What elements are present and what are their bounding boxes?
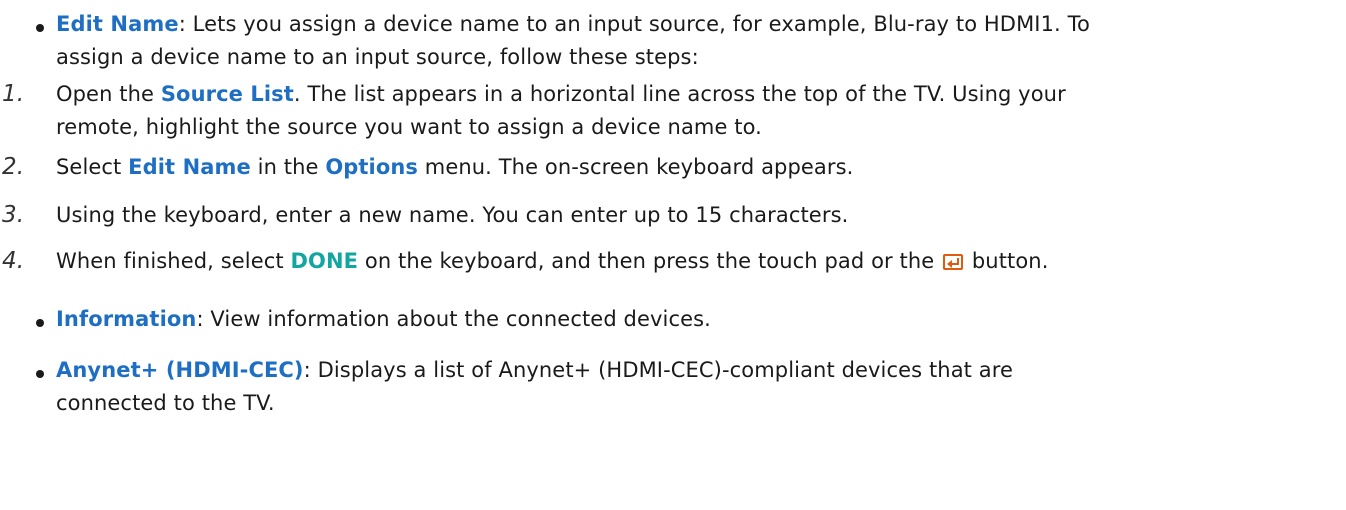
list-item-text: Edit Name: Lets you assign a device name… [56, 8, 1326, 74]
bullet-dot-icon [36, 319, 44, 327]
bullet-dot-icon [36, 24, 44, 32]
term-edit-name: Edit Name [56, 12, 179, 36]
bullet-marker [0, 303, 56, 336]
bullet-dot-icon [36, 370, 44, 378]
step-number: 3. [2, 202, 25, 228]
step-text-line2: remote, highlight the source you want to… [56, 115, 762, 139]
step-number: 4. [2, 248, 25, 274]
term-done: DONE [290, 249, 359, 273]
step-number: 2. [2, 154, 25, 180]
term-source-list: Source List [160, 82, 294, 106]
term-information: Information [56, 307, 197, 331]
step-text: Select Edit Name in the Options menu. Th… [56, 155, 854, 179]
list-item-text: Anynet+ (HDMI-CEC): Displays a list of A… [56, 358, 1014, 415]
step-number: 1. [2, 81, 25, 107]
bullet-marker [0, 354, 56, 387]
list-item-text: Information: View information about the … [56, 307, 711, 331]
step-text: Open the Source List. The list appears i… [56, 82, 1066, 139]
bullet-marker [0, 8, 56, 41]
item-text: : Lets you assign a device name to an in… [178, 12, 1090, 36]
item-text-line2: assign a device name to an input source,… [56, 45, 699, 69]
enter-icon [943, 254, 964, 270]
manual-page: Edit Name: Lets you assign a device name… [0, 0, 1346, 510]
term-edit-name: Edit Name [128, 155, 251, 179]
term-options: Options [325, 155, 419, 179]
term-anynet: Anynet+ (HDMI-CEC) [56, 358, 304, 382]
item-text-line2: connected to the TV. [56, 391, 275, 415]
step-text: Using the keyboard, enter a new name. Yo… [56, 203, 849, 227]
step-text: When finished, select DONE on the keyboa… [56, 249, 1049, 273]
